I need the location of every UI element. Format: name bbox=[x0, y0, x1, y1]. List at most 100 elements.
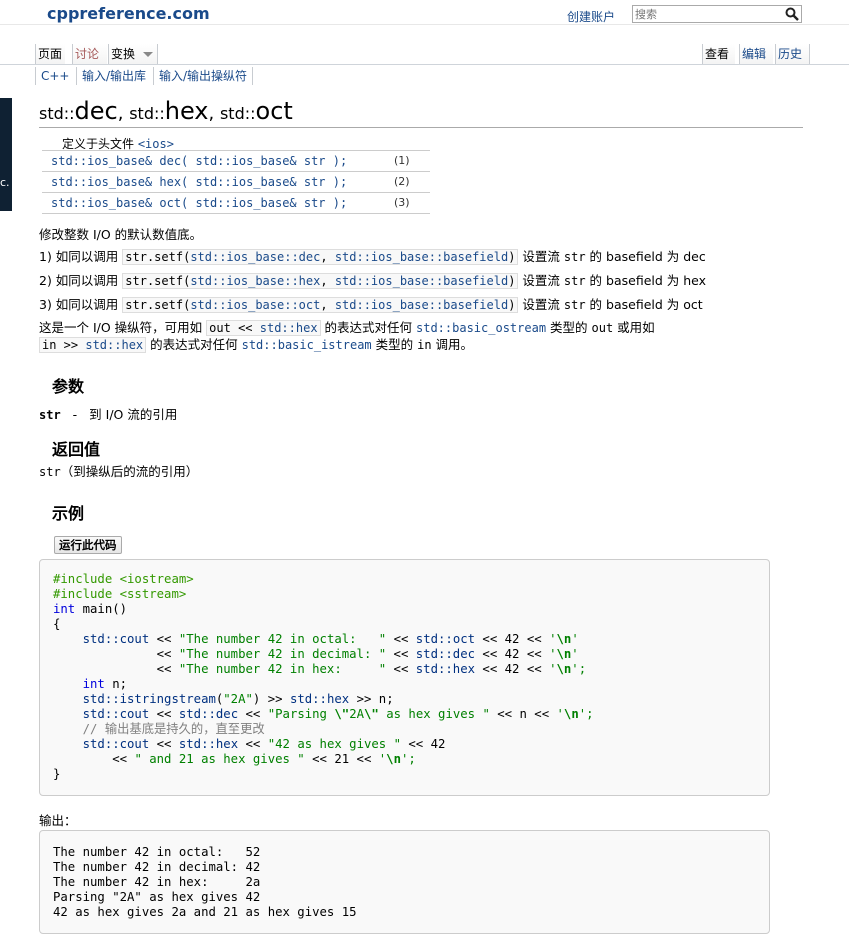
search-icon[interactable] bbox=[785, 7, 799, 21]
site-logo[interactable]: cppreference.com bbox=[47, 4, 210, 23]
code-token: << bbox=[238, 707, 268, 721]
code-token: << bbox=[386, 632, 416, 646]
breadcrumb-io-library[interactable]: 输入/输出库 bbox=[76, 67, 151, 85]
code-token[interactable]: std::cout bbox=[53, 707, 150, 721]
code-token: "The number 42 in hex: " bbox=[178, 662, 387, 676]
code-token[interactable]: std::hex bbox=[416, 662, 475, 676]
example-code-block: #include <iostream> #include <sstream> i… bbox=[39, 559, 770, 796]
code-token: << bbox=[53, 752, 135, 766]
header-link[interactable]: <ios> bbox=[138, 137, 174, 151]
item-mid: 设置流 bbox=[518, 297, 564, 312]
code-token[interactable]: std::oct bbox=[416, 632, 475, 646]
code-token[interactable]: std::hex bbox=[179, 737, 238, 751]
code-token: "2A" bbox=[223, 692, 253, 706]
item-prefix: 2) 如同以调用 bbox=[39, 273, 123, 288]
param-name: str bbox=[39, 408, 61, 422]
tab-variants[interactable]: 变换 bbox=[108, 44, 158, 65]
tab-page-label: 页面 bbox=[38, 47, 63, 61]
create-account-link[interactable]: 创建账户 bbox=[567, 8, 615, 25]
page-title: std::dec, std::hex, std::oct bbox=[39, 97, 293, 125]
tabs-baseline bbox=[0, 64, 849, 65]
code-token: << n << bbox=[489, 707, 557, 721]
return-heading: 返回值 bbox=[52, 440, 101, 459]
title-dec: dec bbox=[74, 97, 118, 125]
manipulator-note-line2: in >> std::hex 的表达式对任何 std::basic_istrea… bbox=[39, 334, 473, 353]
code-token[interactable]: std::hex bbox=[290, 692, 349, 706]
code-token: << bbox=[475, 632, 505, 646]
title-sep-2: , bbox=[208, 103, 220, 124]
code-token: << bbox=[475, 647, 505, 661]
code-token: << bbox=[149, 707, 179, 721]
item-str: str bbox=[563, 250, 586, 264]
code-token: ' bbox=[571, 632, 579, 646]
code-token[interactable]: std::dec bbox=[416, 647, 475, 661]
search-input[interactable] bbox=[635, 6, 785, 22]
tab-history[interactable]: 历史 bbox=[775, 44, 810, 65]
sidebar-fragment: c. bbox=[0, 98, 12, 211]
code-token: int bbox=[53, 677, 105, 691]
inline-code: str.setf(std::ios_base::oct, std::ios_ba… bbox=[122, 297, 519, 313]
code-token: 42 bbox=[504, 632, 520, 646]
code-link[interactable]: std::hex bbox=[260, 321, 318, 335]
manip-text: 类型的 bbox=[371, 337, 418, 352]
code-link[interactable]: std::ios_base::oct bbox=[190, 298, 320, 312]
return-desc: （到操纵后的流的引用） bbox=[60, 464, 199, 479]
code-token[interactable]: std::dec bbox=[179, 707, 238, 721]
tab-discussion-label: 讨论 bbox=[75, 47, 100, 61]
basic-ostream-link[interactable]: std::basic_ostream bbox=[416, 321, 546, 335]
code-part: ) bbox=[508, 298, 516, 312]
code-token: '; bbox=[400, 752, 416, 766]
code-link[interactable]: std::ios_base::basefield bbox=[335, 274, 508, 288]
item-str: str bbox=[563, 274, 586, 288]
code-token: "42 as hex gives " bbox=[267, 737, 401, 751]
declaration-signature: std::ios_base& oct( std::ios_base& str )… bbox=[51, 196, 348, 210]
code-token: << bbox=[53, 662, 179, 676]
code-token: \" bbox=[364, 707, 379, 721]
description-item: 2) 如同以调用 str.setf(std::ios_base::hex, st… bbox=[39, 270, 706, 289]
code-token: main() bbox=[75, 602, 128, 616]
title-ns-1: std:: bbox=[39, 104, 75, 123]
defined-in-label: 定义于头文件 bbox=[62, 137, 138, 151]
code-token: 42 bbox=[504, 647, 520, 661]
code-line: { bbox=[53, 617, 61, 631]
code-part: , bbox=[320, 250, 335, 264]
title-ns-3: std:: bbox=[219, 104, 256, 123]
code-token: '; bbox=[571, 662, 587, 676]
code-part: str.setf( bbox=[125, 298, 191, 312]
tab-edit[interactable]: 编辑 bbox=[739, 44, 773, 65]
example-output-block: The number 42 in octal: 52 The number 42… bbox=[39, 830, 770, 934]
code-token: << bbox=[519, 632, 550, 646]
code-token: "The number 42 in octal: " bbox=[178, 632, 387, 646]
code-part: ) bbox=[508, 274, 516, 288]
code-link[interactable]: std::ios_base::basefield bbox=[335, 298, 508, 312]
code-token: ' bbox=[549, 632, 557, 646]
code-link[interactable]: std::ios_base::basefield bbox=[335, 250, 508, 264]
code-token: \n bbox=[556, 662, 572, 676]
item-str: str bbox=[563, 298, 586, 312]
code-token[interactable]: std::cout bbox=[53, 632, 150, 646]
example-heading: 示例 bbox=[52, 504, 85, 523]
code-token[interactable]: std::istringstream bbox=[53, 692, 216, 706]
code-token[interactable]: std::cout bbox=[53, 737, 150, 751]
code-comment: // 输出基底是持久的，直至更改 bbox=[53, 722, 265, 736]
run-code-button[interactable]: 运行此代码 bbox=[54, 536, 122, 554]
code-token: << bbox=[519, 647, 550, 661]
code-link[interactable]: std::hex bbox=[85, 338, 143, 352]
code-part: , bbox=[320, 274, 335, 288]
code-link[interactable]: std::ios_base::dec bbox=[190, 250, 320, 264]
code-token: 2A bbox=[349, 707, 364, 721]
breadcrumb-cpp[interactable]: C++ bbox=[35, 67, 75, 85]
tab-page[interactable]: 页面 bbox=[35, 44, 65, 65]
breadcrumb-io-manipulators[interactable]: 输入/输出操纵符 bbox=[153, 67, 254, 85]
basic-istream-link[interactable]: std::basic_istream bbox=[242, 338, 372, 352]
code-line: } bbox=[53, 767, 61, 781]
tab-history-label: 历史 bbox=[778, 47, 803, 61]
code-token: \n bbox=[556, 647, 572, 661]
code-token: << bbox=[53, 647, 179, 661]
tab-view[interactable]: 查看 bbox=[702, 44, 735, 65]
code-token: \n bbox=[563, 707, 579, 721]
header-divider bbox=[0, 24, 849, 25]
tab-discussion[interactable]: 讨论 bbox=[72, 44, 107, 65]
code-link[interactable]: std::ios_base::hex bbox=[190, 274, 320, 288]
title-hex: hex bbox=[164, 97, 209, 125]
